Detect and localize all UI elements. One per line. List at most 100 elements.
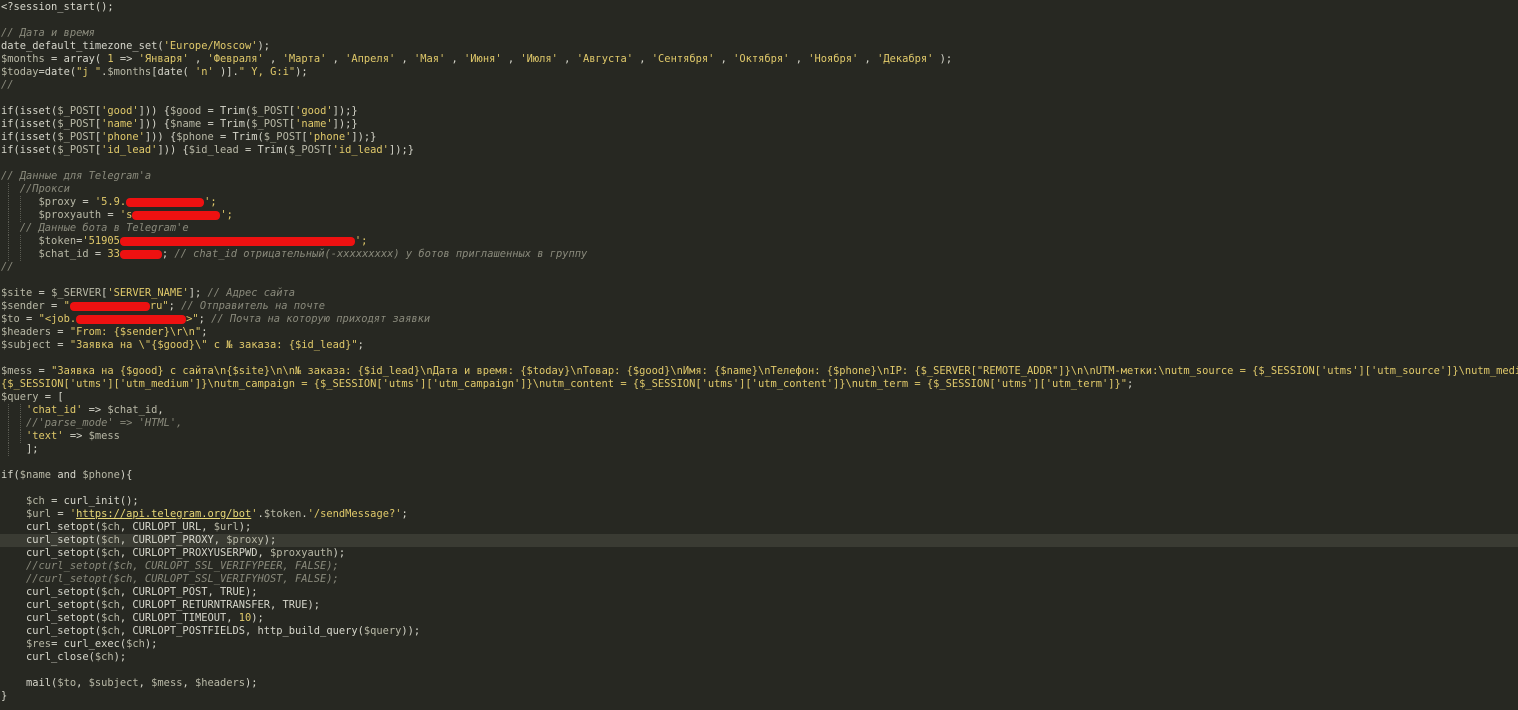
code-editor[interactable]: <?session_start(); // Дата и время date_de…: [0, 0, 1518, 710]
code-line[interactable]: [0, 157, 1518, 170]
code-line[interactable]: {$_SESSION['utms']['utm_medium']}\nutm_c…: [0, 378, 1518, 391]
code-line[interactable]: $query = [: [0, 391, 1518, 404]
code-line[interactable]: $chat_id = 33; // chat_id отрицательный(…: [0, 248, 1518, 261]
code-token: $token: [263, 508, 302, 520]
code-line[interactable]: [0, 274, 1518, 287]
code-line[interactable]: [0, 664, 1518, 677]
code-line[interactable]: //: [0, 79, 1518, 92]
code-line[interactable]: $today=date("j ".$months[date( 'n' )]." …: [0, 66, 1518, 79]
code-line[interactable]: curl_setopt($ch, CURLOPT_TIMEOUT, 10);: [0, 612, 1518, 625]
code-line[interactable]: //curl_setopt($ch, CURLOPT_SSL_VERIFYPEE…: [0, 560, 1518, 573]
code-token: $to: [1, 313, 20, 325]
code-line[interactable]: //'parse_mode' => 'HTML',: [0, 417, 1518, 430]
code-token: ]);}: [388, 144, 414, 156]
code-line[interactable]: curl_setopt($ch, CURLOPT_PROXYUSERPWD, $…: [0, 547, 1518, 560]
code-token: ])) {: [138, 105, 170, 117]
code-line[interactable]: curl_setopt($ch, CURLOPT_POST, TRUE);: [0, 586, 1518, 599]
code-line[interactable]: // Дата и время: [0, 27, 1518, 40]
code-token: 'chat_id': [26, 404, 83, 416]
code-token: curl_setopt(: [1, 599, 102, 611]
code-line[interactable]: [0, 456, 1518, 469]
indent-guide: [20, 248, 21, 261]
code-token: $subject: [1, 339, 52, 351]
code-line[interactable]: if(isset($_POST['phone'])) {$phone = Tri…: [0, 131, 1518, 144]
code-line[interactable]: //curl_setopt($ch, CURLOPT_SSL_VERIFYHOS…: [0, 573, 1518, 586]
code-line[interactable]: //Прокси: [0, 183, 1518, 196]
code-line[interactable]: //: [0, 261, 1518, 274]
code-token: $phone: [176, 131, 214, 143]
code-line[interactable]: if($name and $phone){: [0, 469, 1518, 482]
code-line[interactable]: if(isset($_POST['id_lead'])) {$id_lead =…: [0, 144, 1518, 157]
code-token: $chat_id: [38, 248, 89, 260]
code-line[interactable]: // Данные бота в Telegram'е: [0, 222, 1518, 235]
code-line[interactable]: [0, 92, 1518, 105]
code-token: =: [44, 300, 64, 312]
code-line[interactable]: $res= curl_exec($ch);: [0, 638, 1518, 651]
code-token: =: [51, 339, 70, 351]
redaction-mark: [132, 210, 221, 220]
code-line[interactable]: ];: [0, 443, 1518, 456]
code-line[interactable]: $subject = "Заявка на \"{$good}\" с № за…: [0, 339, 1518, 352]
code-token: ;: [401, 508, 408, 520]
code-line[interactable]: $to = "<job. >"; // Почта на которую прих…: [0, 313, 1518, 326]
code-token: $_POST: [57, 144, 95, 156]
code-token: $headers: [1, 326, 52, 338]
code-line[interactable]: mail($to, $subject, $mess, $headers);: [0, 677, 1518, 690]
code-line[interactable]: if(isset($_POST['good'])) {$good = Trim(…: [0, 105, 1518, 118]
code-token: );: [251, 612, 264, 624]
code-token: $to: [57, 677, 77, 689]
code-line[interactable]: curl_setopt($ch, CURLOPT_URL, $url);: [0, 521, 1518, 534]
code-line[interactable]: 'text' => $mess: [0, 430, 1518, 443]
code-token: //'parse_mode' => 'HTML',: [26, 417, 183, 429]
code-line[interactable]: [0, 482, 1518, 495]
code-token: if(isset(: [1, 144, 58, 156]
code-token: $token: [38, 235, 77, 247]
code-line[interactable]: $months = array( 1 => 'Января' , 'Феврал…: [0, 53, 1518, 66]
code-token: curl_close(: [1, 651, 95, 663]
code-line[interactable]: $headers = "From: {$sender}\r\n";: [0, 326, 1518, 339]
code-token: " Y, G:i": [238, 66, 296, 78]
indent-guide: [8, 443, 9, 456]
code-token: }: [1, 690, 8, 702]
code-line[interactable]: 'chat_id' => $chat_id,: [0, 404, 1518, 417]
code-line[interactable]: date_default_timezone_set('Europe/Moscow…: [0, 40, 1518, 53]
redaction-mark: [69, 301, 150, 311]
code-token: 'id_lead': [332, 144, 389, 156]
code-line[interactable]: curl_setopt($ch, CURLOPT_POSTFIELDS, htt…: [0, 625, 1518, 638]
code-line[interactable]: [0, 352, 1518, 365]
code-token: ])) {: [157, 144, 189, 156]
code-token: //Прокси: [19, 183, 70, 195]
code-token: $site: [1, 287, 33, 299]
code-token: $headers: [194, 677, 246, 689]
indent-guide: [20, 235, 21, 248]
code-token: );: [295, 66, 308, 78]
code-line[interactable]: }: [0, 690, 1518, 703]
code-line[interactable]: $ch = curl_init();: [0, 495, 1518, 508]
code-line[interactable]: curl_setopt($ch, CURLOPT_PROXY, $proxy);: [0, 534, 1518, 547]
code-line[interactable]: [0, 14, 1518, 27]
code-token: $_POST: [57, 105, 95, 117]
code-line[interactable]: $proxyauth = 's ';: [0, 209, 1518, 222]
code-line[interactable]: if(isset($_POST['name'])) {$name = Trim(…: [0, 118, 1518, 131]
code-token: if(: [1, 469, 20, 481]
code-token: 'Декабря': [877, 53, 934, 65]
code-line[interactable]: curl_setopt($ch, CURLOPT_RETURNTRANSFER,…: [0, 599, 1518, 612]
code-token: <?: [1, 1, 14, 13]
code-token: =: [101, 209, 120, 221]
code-line[interactable]: $token='51905 ';: [0, 235, 1518, 248]
code-line[interactable]: $url = 'https://api.telegram.org/bot'.$t…: [0, 508, 1518, 521]
code-line[interactable]: // Данные для Telegram'а: [0, 170, 1518, 183]
code-line[interactable]: $proxy = '5.9. ';: [0, 196, 1518, 209]
code-token: ]);}: [351, 131, 377, 143]
code-line[interactable]: $sender = " ru"; // Отправитель на почте: [0, 300, 1518, 313]
code-line[interactable]: curl_close($ch);: [0, 651, 1518, 664]
code-line[interactable]: $mess = "Заявка на {$good} с сайта\n{$si…: [0, 365, 1518, 378]
code-line[interactable]: $site = $_SERVER['SERVER_NAME']; // Адре…: [0, 287, 1518, 300]
code-token: = Trim(: [238, 144, 289, 156]
code-token: =: [32, 365, 52, 377]
code-token: // Адрес сайта: [207, 287, 296, 299]
code-token: ,: [858, 53, 878, 65]
code-token: =: [19, 313, 39, 325]
code-token: );: [245, 677, 258, 689]
code-line[interactable]: <?session_start();: [0, 1, 1518, 14]
